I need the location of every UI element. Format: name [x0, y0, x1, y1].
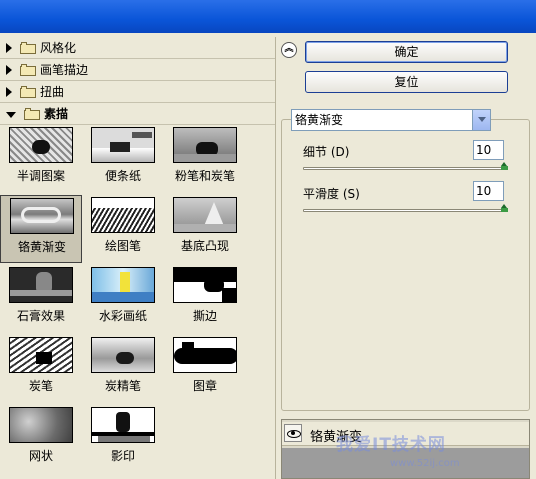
filter-thumbnail — [173, 267, 237, 303]
expand-triangle-icon[interactable] — [6, 42, 12, 53]
dropdown-arrow-icon[interactable] — [472, 110, 490, 130]
filter-thumbnail — [9, 407, 73, 443]
smoothness-label: 平滑度 (S) — [303, 187, 360, 201]
filter-note-paper[interactable]: 便条纸 — [82, 125, 164, 193]
filter-thumbnail — [91, 337, 155, 373]
filter-label: 水彩画纸 — [98, 309, 147, 323]
folder-icon — [20, 63, 36, 76]
filter-thumbnail — [91, 267, 155, 303]
filter-graphic-pen[interactable]: 绘图笔 — [82, 195, 164, 263]
category-label: 素描 — [44, 107, 69, 121]
detail-label: 细节 (D) — [303, 145, 350, 159]
filter-thumbnail — [91, 127, 155, 163]
reset-button[interactable]: 复位 — [305, 71, 508, 93]
expand-triangle-icon[interactable] — [6, 86, 12, 97]
detail-slider-handle[interactable] — [501, 162, 508, 170]
category-sketch[interactable]: 素描 — [0, 103, 275, 125]
filter-label: 半调图案 — [16, 169, 65, 183]
filter-water-paper[interactable]: 水彩画纸 — [82, 265, 164, 333]
filter-select[interactable]: 铬黄渐变 — [291, 109, 491, 131]
title-bar — [0, 0, 536, 33]
collapse-triangle-icon[interactable] — [6, 111, 16, 118]
settings-group — [281, 119, 530, 411]
filter-thumbnail — [173, 197, 237, 233]
filter-chrome[interactable]: 铬黄渐变 — [0, 195, 82, 263]
expand-triangle-icon[interactable] — [6, 64, 12, 75]
filter-plaster[interactable]: 石膏效果 — [0, 265, 82, 333]
filter-chalk-charcoal[interactable]: 粉笔和炭笔 — [164, 125, 246, 193]
category-label: 扭曲 — [40, 85, 65, 99]
watermark-url: www.52ij.com — [390, 458, 460, 469]
filter-label: 便条纸 — [104, 169, 141, 183]
smoothness-input[interactable]: 10 — [473, 181, 504, 201]
filter-thumbnail — [173, 337, 237, 373]
filter-browser: 风格化 画笔描边 扭曲 素描 半调图案 便条纸 粉笔和炭笔 铬黄渐变 绘图笔 基… — [0, 37, 276, 479]
filter-label: 绘图笔 — [104, 239, 141, 253]
detail-input[interactable]: 10 — [473, 140, 504, 160]
filter-thumbnail — [9, 267, 73, 303]
folder-icon — [20, 85, 36, 98]
smoothness-slider-track[interactable] — [303, 209, 505, 212]
filter-thumbnail — [91, 197, 155, 233]
filter-label: 粉笔和炭笔 — [174, 169, 235, 183]
open-folder-icon — [24, 107, 40, 120]
filter-label: 石膏效果 — [16, 309, 65, 323]
filter-charcoal[interactable]: 炭笔 — [0, 335, 82, 403]
collapse-chevron-icon[interactable]: ︽ — [281, 42, 297, 58]
filter-photocopy[interactable]: 影印 — [82, 405, 164, 473]
category-label: 风格化 — [40, 41, 77, 55]
filter-label: 铬黄渐变 — [17, 240, 66, 254]
eye-visibility-icon[interactable] — [284, 424, 302, 442]
folder-icon — [20, 41, 36, 54]
filter-select-value: 铬黄渐变 — [295, 113, 344, 127]
filter-thumbnail — [9, 337, 73, 373]
filter-label: 撕边 — [192, 309, 217, 323]
filter-bas-relief[interactable]: 基底凸现 — [164, 195, 246, 263]
filter-torn-edges[interactable]: 撕边 — [164, 265, 246, 333]
detail-slider-track[interactable] — [303, 167, 505, 170]
category-brush-strokes[interactable]: 画笔描边 — [0, 59, 275, 81]
category-stylize[interactable]: 风格化 — [0, 37, 275, 59]
filter-thumbnail — [91, 407, 155, 443]
filter-thumbnail — [9, 127, 73, 163]
filter-label: 炭笔 — [28, 379, 53, 393]
ok-button[interactable]: 确定 — [305, 41, 508, 63]
filter-halftone-pattern[interactable]: 半调图案 — [0, 125, 82, 193]
filter-label: 炭精笔 — [104, 379, 141, 393]
filter-label: 网状 — [28, 449, 53, 463]
filter-label: 图章 — [192, 379, 217, 393]
filter-thumbnail — [10, 198, 74, 234]
filter-label: 影印 — [110, 449, 135, 463]
filter-reticulation[interactable]: 网状 — [0, 405, 82, 473]
filter-label: 基底凸现 — [180, 239, 229, 253]
watermark-text: 我爱IT技术网 — [336, 435, 446, 455]
filter-conte-crayon[interactable]: 炭精笔 — [82, 335, 164, 403]
category-label: 画笔描边 — [40, 63, 89, 77]
filter-thumbnail — [173, 127, 237, 163]
filter-stamp[interactable]: 图章 — [164, 335, 246, 403]
smoothness-slider-handle[interactable] — [501, 204, 508, 212]
category-distort[interactable]: 扭曲 — [0, 81, 275, 103]
filter-settings-panel: ︽ 确定 复位 铬黄渐变 细节 (D) 10 平滑度 (S) 10 铬黄渐变 — [277, 33, 536, 479]
